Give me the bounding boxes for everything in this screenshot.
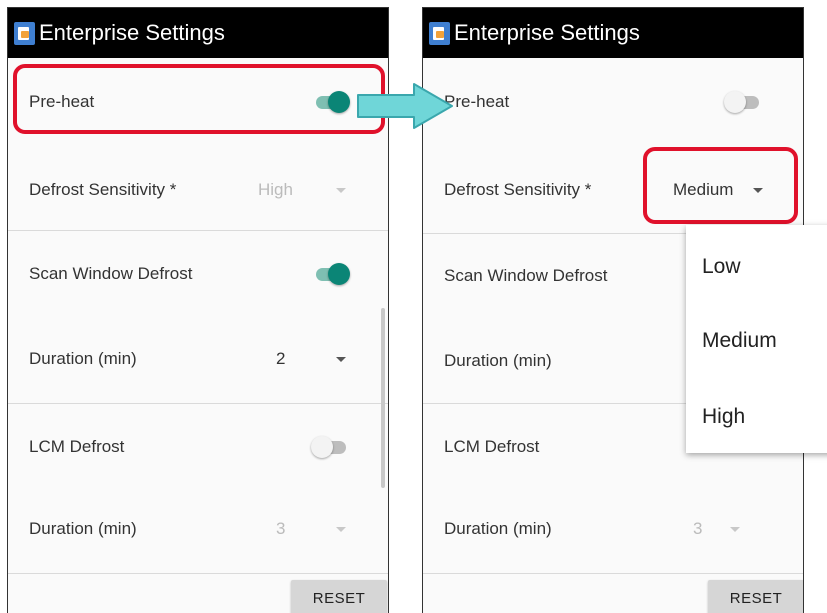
dropdown-option-high[interactable]: High — [702, 405, 745, 429]
scan-duration-label: Duration (min) — [444, 351, 552, 370]
chevron-down-icon — [730, 526, 740, 532]
lcm-duration-row: Duration (min) 3 — [423, 509, 803, 549]
title-bar: Enterprise Settings — [8, 8, 388, 58]
dropdown-option-medium[interactable]: Medium — [702, 329, 777, 353]
preheat-toggle[interactable] — [313, 90, 350, 114]
defrost-sensitivity-label: Defrost Sensitivity * — [29, 180, 177, 199]
section-divider — [8, 573, 388, 574]
dropdown-option-low[interactable]: Low — [702, 255, 741, 279]
lcm-defrost-row[interactable]: LCM Defrost — [8, 427, 388, 467]
scan-duration-label: Duration (min) — [29, 349, 137, 368]
scrollbar[interactable] — [381, 308, 385, 488]
preheat-toggle[interactable] — [724, 90, 760, 114]
chevron-down-icon — [336, 187, 346, 193]
settings-app-icon — [14, 21, 35, 45]
page-title: Enterprise Settings — [454, 20, 640, 45]
settings-screen-before: Enterprise Settings Pre-heat Defrost Sen… — [7, 7, 389, 613]
page-title: Enterprise Settings — [39, 20, 225, 45]
lcm-defrost-label: LCM Defrost — [444, 437, 540, 456]
section-divider — [8, 230, 388, 231]
reset-button[interactable]: RESET — [291, 580, 387, 613]
settings-app-icon — [429, 21, 450, 45]
lcm-defrost-toggle[interactable] — [311, 435, 347, 459]
lcm-defrost-label: LCM Defrost — [29, 437, 125, 456]
section-divider — [8, 403, 388, 404]
lcm-duration-value: 3 — [693, 519, 703, 538]
transition-arrow-icon — [357, 83, 453, 129]
lcm-duration-row: Duration (min) 3 — [8, 509, 388, 549]
scan-duration-value[interactable]: 2 — [276, 349, 285, 369]
defrost-sensitivity-row: Defrost Sensitivity * High — [8, 170, 388, 210]
preheat-row[interactable]: Pre-heat — [8, 82, 388, 122]
lcm-duration-value: 3 — [276, 519, 286, 538]
defrost-sensitivity-label: Defrost Sensitivity * — [444, 180, 592, 199]
chevron-down-icon[interactable] — [753, 187, 763, 193]
lcm-duration-label: Duration (min) — [444, 519, 552, 538]
title-bar: Enterprise Settings — [423, 8, 803, 58]
preheat-label: Pre-heat — [29, 92, 95, 111]
scan-window-defrost-row[interactable]: Scan Window Defrost — [8, 254, 388, 294]
defrost-sensitivity-value[interactable]: Medium — [673, 180, 733, 200]
section-divider — [423, 573, 803, 574]
scan-window-defrost-toggle[interactable] — [313, 262, 350, 286]
defrost-sensitivity-value: High — [258, 180, 293, 199]
scan-duration-row[interactable]: Duration (min) 2 — [8, 339, 388, 379]
lcm-duration-label: Duration (min) — [29, 519, 137, 538]
defrost-sensitivity-dropdown: Low Medium High — [686, 225, 827, 453]
chevron-down-icon — [336, 526, 346, 532]
chevron-down-icon[interactable] — [336, 356, 346, 362]
reset-button[interactable]: RESET — [708, 580, 803, 613]
scan-window-defrost-label: Scan Window Defrost — [444, 266, 608, 285]
defrost-sensitivity-row[interactable]: Defrost Sensitivity * Medium — [423, 170, 803, 210]
scan-window-defrost-label: Scan Window Defrost — [29, 264, 193, 283]
preheat-row[interactable]: Pre-heat — [423, 82, 803, 122]
